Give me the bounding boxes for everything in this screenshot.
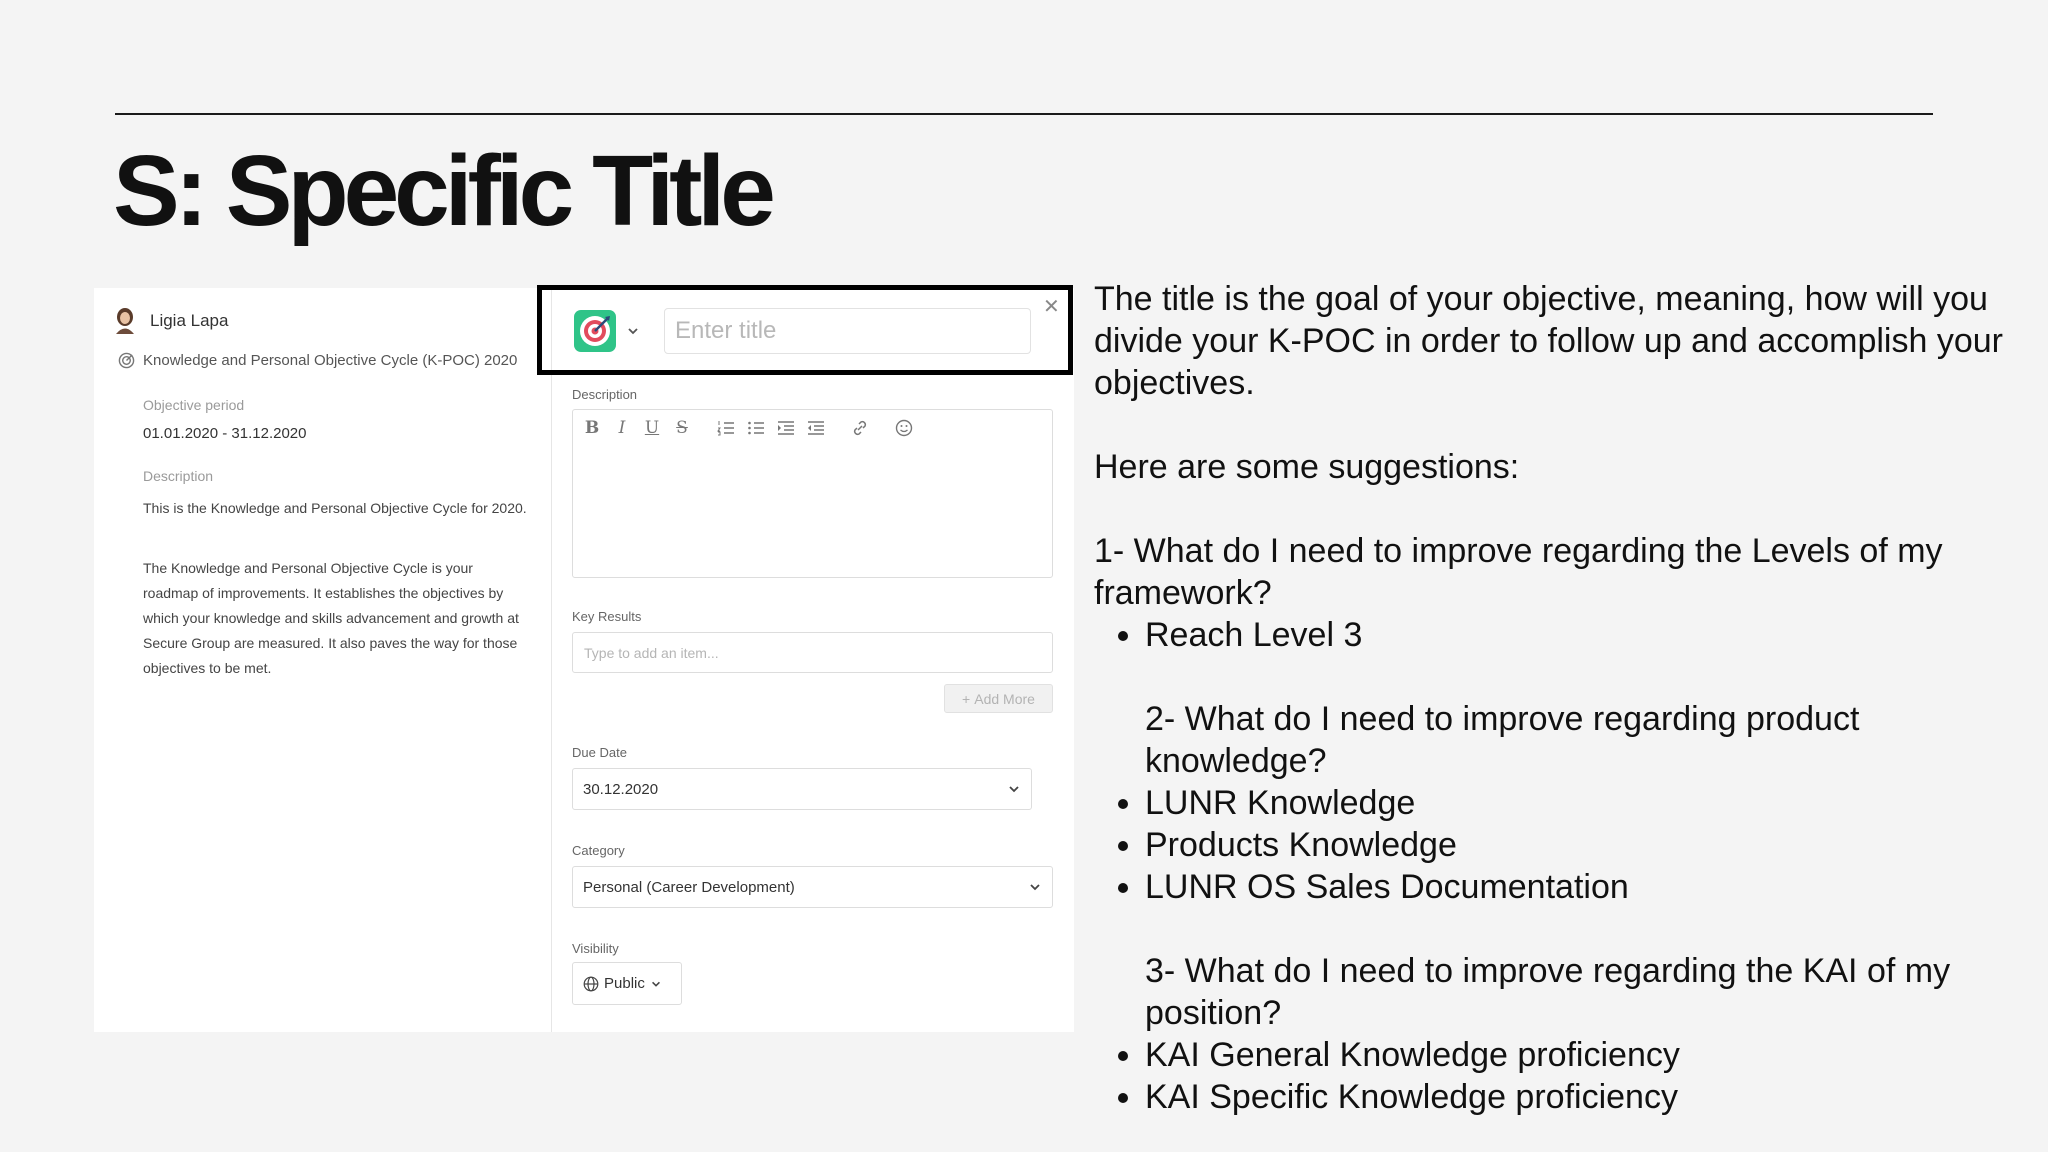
- list-item: KAI General Knowledge proficiency: [1145, 1034, 2044, 1076]
- chevron-down-icon: [1009, 786, 1019, 793]
- key-results-input[interactable]: [572, 632, 1053, 673]
- target-icon: [118, 352, 135, 369]
- list-item: Products Knowledge: [1145, 824, 2044, 866]
- panel-divider: [551, 288, 552, 1032]
- globe-icon: [583, 976, 599, 991]
- outdent-icon[interactable]: [807, 420, 825, 436]
- form-description-label: Description: [572, 387, 638, 402]
- user-row: Ligia Lapa: [114, 308, 228, 334]
- list-item: KAI Specific Knowledge proficiency: [1145, 1076, 2044, 1118]
- description-label: Description: [143, 468, 214, 484]
- strikethrough-icon[interactable]: S: [673, 418, 691, 438]
- visibility-value: Public: [604, 975, 645, 992]
- list-item: LUNR OS Sales Documentation: [1145, 866, 2044, 908]
- add-more-label: Add More: [974, 690, 1035, 707]
- objective-period-label: Objective period: [143, 397, 245, 413]
- question-2: 2- What do I need to improve regarding p…: [1145, 700, 1860, 780]
- explanation-text: The title is the goal of your objective,…: [1094, 278, 2044, 1118]
- intro-paragraph: The title is the goal of your objective,…: [1094, 280, 2003, 402]
- user-name: Ligia Lapa: [150, 311, 229, 330]
- chevron-down-icon: [651, 981, 660, 987]
- bullet-list-icon[interactable]: [747, 420, 765, 436]
- due-date-label: Due Date: [572, 745, 627, 760]
- link-icon[interactable]: [851, 420, 869, 436]
- plus-icon: +: [962, 690, 971, 707]
- italic-icon[interactable]: I: [613, 418, 631, 438]
- question-3: 3- What do I need to improve regarding t…: [1145, 952, 1951, 1032]
- list-item: Reach Level 3: [1145, 614, 2044, 656]
- suggestions-heading: Here are some suggestions:: [1094, 448, 1520, 486]
- objective-period-value: 01.01.2020 - 31.12.2020: [143, 425, 307, 442]
- chevron-down-icon: [1030, 884, 1040, 891]
- description-paragraph-2: The Knowledge and Personal Objective Cyc…: [143, 560, 519, 676]
- ordered-list-icon[interactable]: [717, 420, 735, 436]
- key-results-label: Key Results: [572, 609, 642, 624]
- emoji-icon[interactable]: [895, 419, 913, 437]
- avatar: [116, 308, 134, 334]
- objective-cycle-sidebar: Ligia Lapa Knowledge and Personal Object…: [94, 288, 551, 1032]
- description-editor[interactable]: B I U S: [572, 409, 1053, 578]
- editor-toolbar: B I U S: [583, 418, 913, 438]
- cycle-name: Knowledge and Personal Objective Cycle (…: [143, 352, 518, 369]
- underline-icon[interactable]: U: [643, 418, 661, 438]
- slide-title: S: Specific Title: [113, 135, 776, 247]
- category-select[interactable]: Personal (Career Development): [572, 866, 1053, 908]
- indent-icon[interactable]: [777, 420, 795, 436]
- category-value: Personal (Career Development): [583, 878, 795, 896]
- top-divider: [115, 113, 1933, 115]
- question-1: 1- What do I need to improve regarding t…: [1094, 532, 1943, 612]
- due-date-value: 30.12.2020: [583, 780, 659, 798]
- question-1-list: Reach Level 3 2- What do I need to impro…: [1094, 614, 2044, 1118]
- add-more-button[interactable]: + Add More: [944, 684, 1053, 713]
- bold-icon[interactable]: B: [583, 418, 601, 438]
- category-label: Category: [572, 843, 625, 858]
- visibility-select[interactable]: Public: [572, 962, 682, 1005]
- due-date-select[interactable]: 30.12.2020: [572, 768, 1032, 810]
- title-highlight-frame: [537, 285, 1073, 375]
- list-item: LUNR Knowledge: [1145, 782, 2044, 824]
- description-paragraph-1: This is the Knowledge and Personal Objec…: [143, 500, 527, 516]
- cycle-row: Knowledge and Personal Objective Cycle (…: [118, 352, 517, 369]
- visibility-label: Visibility: [572, 941, 619, 956]
